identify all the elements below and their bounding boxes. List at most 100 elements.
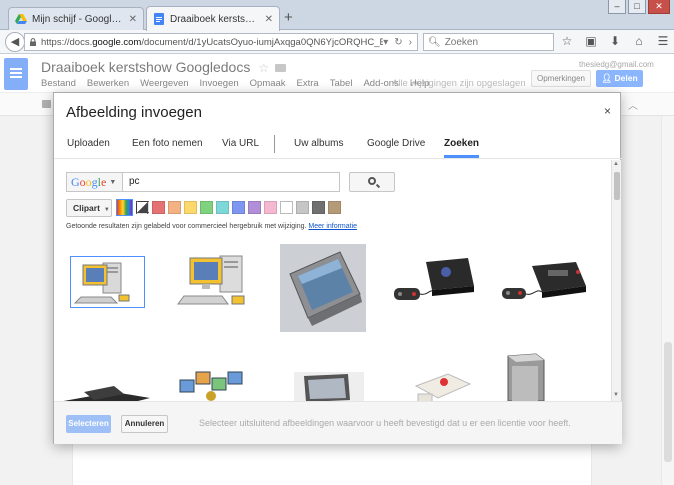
laptop-icon xyxy=(294,372,364,401)
tab-label: Draaiboek kerstshow Goog... xyxy=(170,13,259,25)
tab-docs[interactable]: Draaiboek kerstshow Goog... ✕ xyxy=(146,6,280,31)
dialog-tabs: Uploaden Een foto nemen Via URL Uw album… xyxy=(54,135,622,159)
search-engine-select[interactable]: Google ▼ xyxy=(67,173,123,191)
back-arrow-icon: ◀ xyxy=(10,36,20,48)
result-image[interactable] xyxy=(54,372,152,401)
search-icon: 🔍︎ xyxy=(428,36,441,48)
tab-uploaden[interactable]: Uploaden xyxy=(67,138,110,149)
license-reminder: Selecteer uitsluitend afbeeldingen waarv… xyxy=(199,418,571,428)
tab-separator xyxy=(274,135,275,153)
insert-image-dialog: Afbeelding invoegen × Uploaden Een foto … xyxy=(53,92,622,444)
browser-toolbar-icons: ☆ ▣ ⬇ ⌂ ☰ xyxy=(560,34,670,48)
window-controls: – □ ✕ xyxy=(606,0,670,14)
image-type-select[interactable]: Clipart ▼ xyxy=(66,199,112,217)
color-filter xyxy=(116,199,341,216)
search-input[interactable]: pc xyxy=(129,173,140,191)
result-image[interactable] xyxy=(176,362,246,401)
home-icon[interactable]: ⌂ xyxy=(632,34,646,48)
result-image[interactable] xyxy=(70,256,145,308)
game-console-icon xyxy=(502,262,586,299)
new-tab-button[interactable]: + xyxy=(284,10,293,25)
computer-network-icon xyxy=(179,371,243,401)
download-icon[interactable]: ⬇ xyxy=(608,34,622,48)
google-docs-icon xyxy=(154,13,164,25)
cancel-button[interactable]: Annuleren xyxy=(121,415,168,433)
google-drive-icon xyxy=(15,14,27,24)
maximize-button[interactable]: □ xyxy=(628,0,646,14)
lock-icon xyxy=(30,38,36,46)
url-bar[interactable]: https://docs.google.com/document/d/1yUca… xyxy=(24,33,418,51)
close-tab-icon[interactable]: ✕ xyxy=(129,14,137,25)
result-image[interactable] xyxy=(506,352,546,401)
tab-google-drive[interactable]: Mijn schijf - Google Drive ✕ xyxy=(8,7,144,30)
browser-tab-bar: Mijn schijf - Google Drive ✕ Draaiboek k… xyxy=(0,0,674,31)
color-swatch[interactable] xyxy=(232,201,245,214)
license-notice: Getoonde resultaten zijn gelabeld voor c… xyxy=(66,223,358,230)
menu-icon[interactable]: ☰ xyxy=(656,34,670,48)
color-swatch[interactable] xyxy=(152,201,165,214)
result-image[interactable] xyxy=(388,252,476,314)
select-button[interactable]: Selecteren xyxy=(66,415,111,433)
desktop-pc-clipart-icon xyxy=(177,255,245,305)
close-tab-icon[interactable]: ✕ xyxy=(265,14,273,25)
color-swatch[interactable] xyxy=(248,201,261,214)
type-select-value: Clipart xyxy=(73,203,100,213)
color-swatch[interactable] xyxy=(280,201,293,214)
laptop-icon xyxy=(63,386,150,401)
color-swatch-all[interactable] xyxy=(116,199,133,216)
search-icon xyxy=(368,177,376,185)
caret-down-icon: ▼ xyxy=(103,207,110,213)
result-image[interactable] xyxy=(280,244,366,332)
tab-label: Mijn schijf - Google Drive xyxy=(32,13,123,25)
back-button[interactable]: ◀ xyxy=(5,32,25,52)
close-icon[interactable]: × xyxy=(604,104,611,118)
tab-zoeken[interactable]: Zoeken xyxy=(444,138,480,158)
dropdown-icon[interactable]: ▾ xyxy=(383,37,388,48)
result-image[interactable] xyxy=(498,252,588,314)
color-swatch[interactable] xyxy=(200,201,213,214)
search-panel: Google ▼ pc Clipart ▼ Getoonde resultaten … xyxy=(54,160,622,401)
search-button[interactable] xyxy=(349,172,395,192)
reading-list-icon[interactable]: ▣ xyxy=(584,34,598,48)
game-console-icon xyxy=(394,258,474,300)
scroll-down-icon[interactable]: ▼ xyxy=(613,392,619,398)
image-search-box: Google ▼ pc xyxy=(66,172,340,192)
url-text: https://docs.google.com/document/d/1yUca… xyxy=(41,36,383,48)
tab-via-url[interactable]: Via URL xyxy=(222,138,259,149)
color-swatch[interactable] xyxy=(296,201,309,214)
google-logo: Google xyxy=(71,175,107,189)
game-console-icon xyxy=(414,373,472,401)
result-image[interactable] xyxy=(176,252,256,314)
dialog-footer: Selecteren Annuleren Selecteer uitsluite… xyxy=(54,401,622,444)
result-image[interactable] xyxy=(290,364,368,401)
result-image[interactable] xyxy=(396,366,478,401)
tab-google-drive[interactable]: Google Drive xyxy=(367,138,425,149)
computer-case-icon xyxy=(507,353,545,401)
results-scrollbar[interactable]: ▲ ▼ xyxy=(611,160,621,401)
star-icon[interactable]: ☆ xyxy=(560,34,574,48)
color-swatch[interactable] xyxy=(264,201,277,214)
dialog-title: Afbeelding invoegen xyxy=(66,104,202,121)
color-swatch[interactable] xyxy=(328,201,341,214)
chevron-right-icon[interactable]: › xyxy=(409,37,412,48)
desktop-pc-clipart-icon xyxy=(73,262,130,304)
scroll-thumb[interactable] xyxy=(614,172,620,200)
close-window-button[interactable]: ✕ xyxy=(648,0,670,14)
color-swatch[interactable] xyxy=(216,201,229,214)
reload-icon[interactable]: ↻ xyxy=(394,37,402,48)
color-swatch-black-white[interactable] xyxy=(136,201,149,214)
more-info-link[interactable]: Meer informatie xyxy=(308,223,357,230)
minimize-button[interactable]: – xyxy=(608,0,626,14)
caret-down-icon: ▼ xyxy=(109,179,117,187)
search-results xyxy=(54,244,610,401)
tab-een-foto-nemen[interactable]: Een foto nemen xyxy=(132,138,203,149)
search-placeholder: Zoeken xyxy=(444,36,479,48)
browser-nav-bar: ◀ https://docs.google.com/document/d/1yU… xyxy=(0,30,674,54)
tab-uw-albums[interactable]: Uw albums xyxy=(294,138,343,149)
browser-search-input[interactable]: 🔍︎ Zoeken xyxy=(423,33,554,51)
color-swatch[interactable] xyxy=(312,201,325,214)
scroll-up-icon[interactable]: ▲ xyxy=(613,161,619,167)
color-swatch[interactable] xyxy=(168,201,181,214)
color-swatch[interactable] xyxy=(184,201,197,214)
tablet-pc-photo-icon xyxy=(280,244,366,332)
